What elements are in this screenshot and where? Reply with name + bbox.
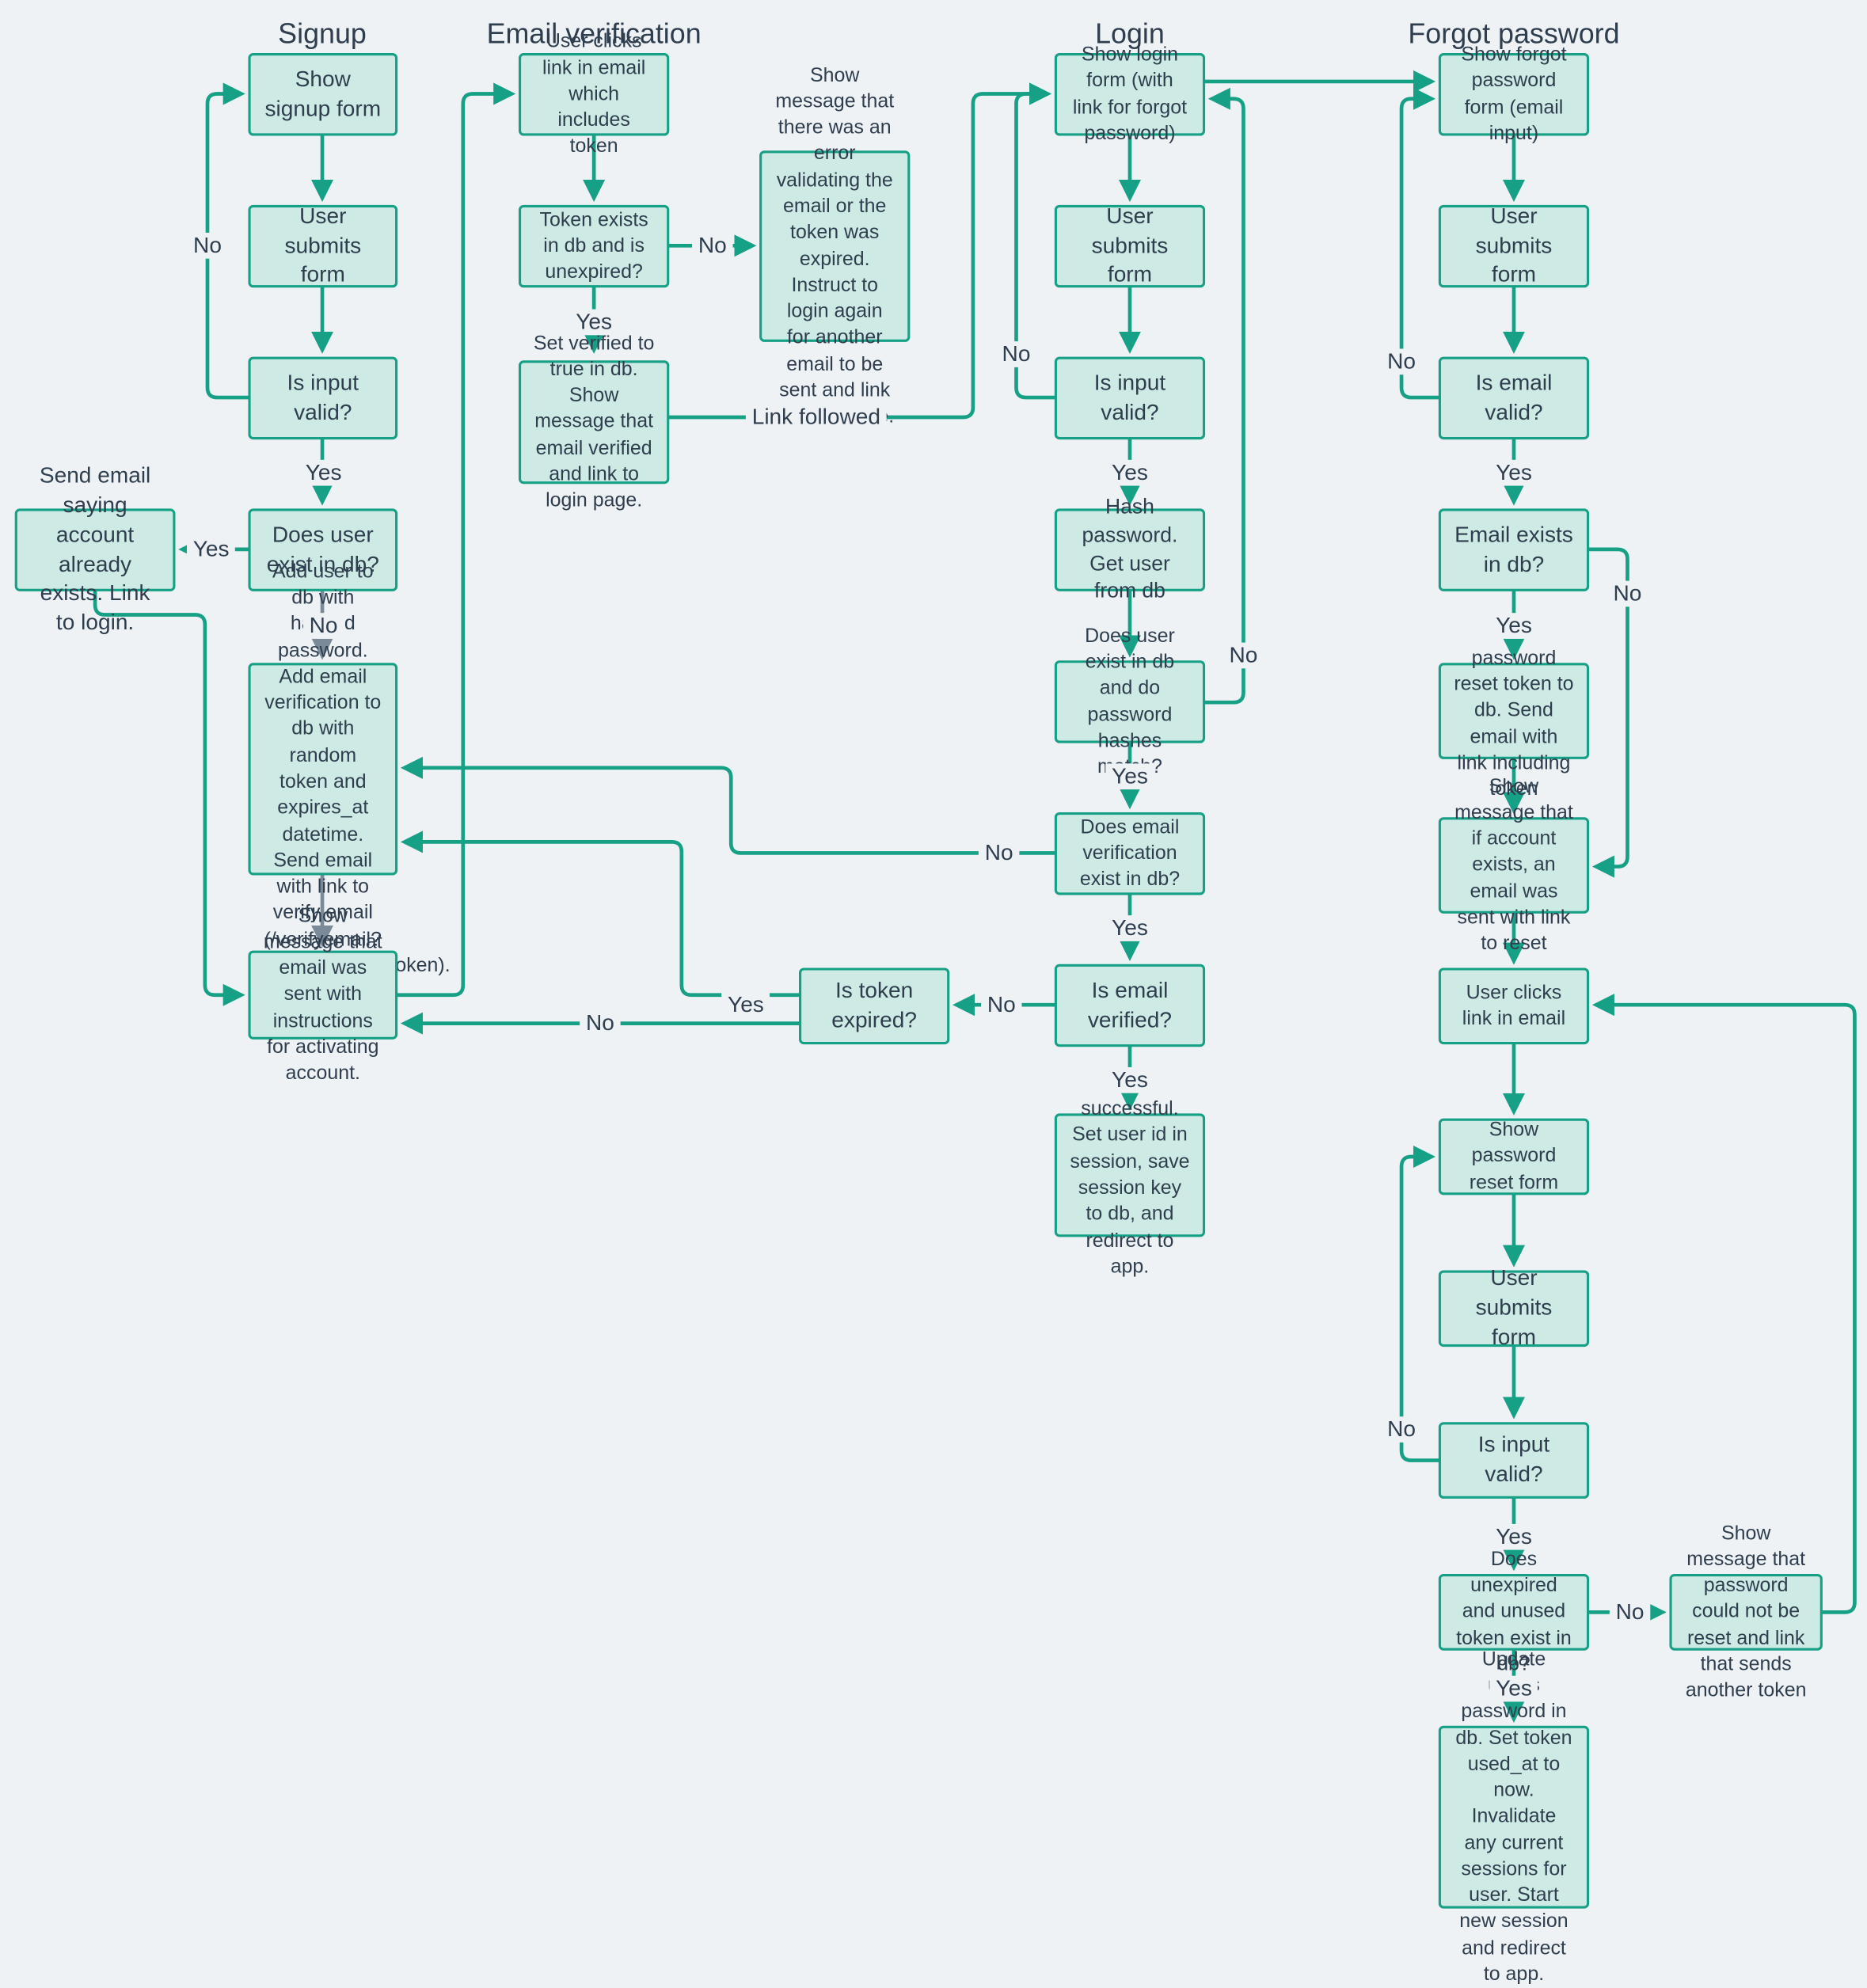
node-send-email-account-already-exists[interactable]: Send email saying account already exists… [14, 462, 176, 635]
edge-label-signup-input-no: No [187, 232, 228, 259]
edge-label-hashes-match-yes: Yes [1105, 763, 1154, 790]
node-user-clicks-link-in-email-verification[interactable]: User clicks link in email which includes… [519, 32, 670, 158]
node-show-message-token-error[interactable]: Show message that there was an error val… [759, 65, 911, 428]
edge-label-token-exists-yes: Yes [569, 309, 618, 336]
edge-label-email-verified-yes: Yes [1105, 1066, 1154, 1093]
scaled-node-layer: Signup Email verification Login Forgot pass… [0, 0, 1867, 1985]
edge-label-email-valid-yes: Yes [1489, 459, 1538, 486]
node-label: Does email verification exist in db? [1079, 816, 1181, 891]
edge-label-email-exists-yes: Yes [1489, 613, 1538, 639]
node-hash-password-get-user[interactable]: Hash password. Get user from db [1054, 496, 1206, 602]
edge-label-token-expired-no: No [580, 1010, 621, 1036]
node-login-successful[interactable]: Login successful. Set user id in session… [1054, 1073, 1206, 1277]
node-label: Show password reset form [1469, 1119, 1559, 1194]
node-label: Show forgot password form (email input) [1461, 44, 1567, 145]
edge-label-user-exists-yes: Yes [186, 536, 236, 563]
edge-label-email-verification-exists-no: No [978, 840, 1020, 866]
node-is-email-verified[interactable]: Is email verified? [1054, 964, 1206, 1047]
node-label: Set verified to true in db. Show message… [533, 333, 655, 511]
node-label: Show message that there was an error val… [775, 65, 895, 428]
node-set-verified-true[interactable]: Set verified to true in db. Show message… [519, 333, 670, 511]
node-label: User clicks link in email which includes… [542, 31, 646, 158]
node-label: Is email valid? [1475, 370, 1553, 424]
node-user-submits-form-login[interactable]: User submits form [1054, 203, 1206, 288]
edge-label-reset-input-no: No [1381, 1416, 1422, 1443]
node-show-message-email-sent[interactable]: Show message that email was sent with in… [248, 906, 398, 1084]
node-is-token-expired[interactable]: Is token expired? [799, 967, 950, 1045]
edge-label-unused-token-yes: Yes [1489, 1675, 1538, 1702]
node-does-user-exist-and-hashes-match[interactable]: Does user exist in db and do password ha… [1054, 625, 1206, 777]
edge-label-hashes-match-no: No [1222, 642, 1264, 669]
node-show-message-if-account-exists[interactable]: Show message that if account exists, an … [1438, 776, 1590, 955]
edge-label-reset-input-yes: Yes [1489, 1523, 1538, 1550]
node-label: Is input valid? [1093, 370, 1166, 424]
node-add-user-to-db[interactable]: Add user to db with hashed password. Add… [248, 561, 451, 976]
node-user-clicks-link-in-email-reset[interactable]: User clicks link in email [1438, 967, 1590, 1045]
edge-label-signup-input-yes: Yes [298, 459, 348, 486]
node-label: Show message that email was sent with in… [263, 905, 382, 1085]
node-show-signup-form[interactable]: Show signup form [248, 53, 398, 136]
node-is-input-valid-signup[interactable]: Is input valid? [248, 356, 398, 440]
node-label: Is input valid? [287, 370, 359, 424]
node-label: Is token expired? [831, 978, 917, 1032]
node-update-user-password[interactable]: Update user's password in db. Set token … [1438, 1649, 1590, 1985]
node-is-email-valid[interactable]: Is email valid? [1438, 356, 1590, 440]
edge-label-email-verified-no: No [981, 991, 1022, 1018]
node-label: Is email verified? [1087, 977, 1173, 1032]
node-label: User clicks link in email [1462, 982, 1566, 1030]
node-label: Is input valid? [1477, 1431, 1550, 1487]
column-title-signup: Signup [278, 17, 367, 50]
node-label: Send email saying account already exists… [39, 462, 151, 636]
node-label: Login successful. Set user id in session… [1070, 1073, 1190, 1278]
node-show-message-password-not-reset[interactable]: Show message that password could not be … [1669, 1522, 1823, 1701]
node-user-submits-form-forgot[interactable]: User submits form [1438, 203, 1590, 288]
node-show-password-reset-form[interactable]: Show password reset form [1438, 1118, 1590, 1195]
node-is-input-valid-login[interactable]: Is input valid? [1054, 356, 1206, 440]
node-show-login-form[interactable]: Show login form (with link for forgot pa… [1054, 44, 1206, 144]
node-is-input-valid-reset[interactable]: Is input valid? [1438, 1422, 1590, 1499]
edge-label-token-expired-yes: Yes [721, 991, 770, 1018]
node-label: Show message that if account exists, an … [1454, 776, 1573, 955]
flowchart-canvas: Signup Email verification Login Forgot pass… [0, 0, 1867, 1985]
edge-label-unused-token-no: No [1609, 1598, 1651, 1625]
edge-label-login-input-no: No [995, 341, 1037, 367]
node-label: User submits form [284, 203, 362, 287]
edge-label-link-followed: Link followed [745, 404, 887, 431]
node-token-exists-and-unexpired[interactable]: Token exists in db and is unexpired? [519, 204, 670, 288]
node-user-submits-form-signup[interactable]: User submits form [248, 203, 398, 288]
node-add-password-reset-token[interactable]: Add password reset token to db. Send ema… [1438, 621, 1590, 800]
node-label: Token exists in db and is unexpired? [539, 209, 648, 283]
node-label: Show login form (with link for forgot pa… [1072, 44, 1188, 145]
node-label: Show message that password could not be … [1685, 1522, 1807, 1701]
node-show-forgot-password-form[interactable]: Show forgot password form (email input) [1438, 44, 1590, 144]
edge-label-email-exists-no: No [1607, 580, 1648, 607]
node-label: User submits form [1475, 203, 1553, 287]
node-label: Hash password. Get user from db [1082, 495, 1178, 603]
edge-label-token-exists-no: No [692, 232, 733, 259]
node-label: Show signup form [264, 66, 382, 121]
edge-label-email-valid-no: No [1381, 348, 1422, 375]
node-label: Email exists in db? [1454, 521, 1573, 576]
node-user-submits-form-reset[interactable]: User submits form [1438, 1265, 1590, 1349]
node-label: User submits form [1475, 1265, 1553, 1350]
node-label: Does user exist in db and do password ha… [1085, 625, 1175, 777]
node-label: User submits form [1091, 203, 1169, 287]
node-does-unexpired-unused-token-exist[interactable]: Does unexpired and unused token exist in… [1438, 1549, 1590, 1675]
edge-label-email-verification-exists-yes: Yes [1105, 915, 1154, 941]
edge-label-user-exists-no: No [302, 613, 344, 639]
node-email-exists-in-db[interactable]: Email exists in db? [1438, 508, 1590, 591]
node-does-email-verification-exist[interactable]: Does email verification exist in db? [1054, 812, 1206, 895]
edge-label-login-input-yes: Yes [1105, 459, 1154, 486]
